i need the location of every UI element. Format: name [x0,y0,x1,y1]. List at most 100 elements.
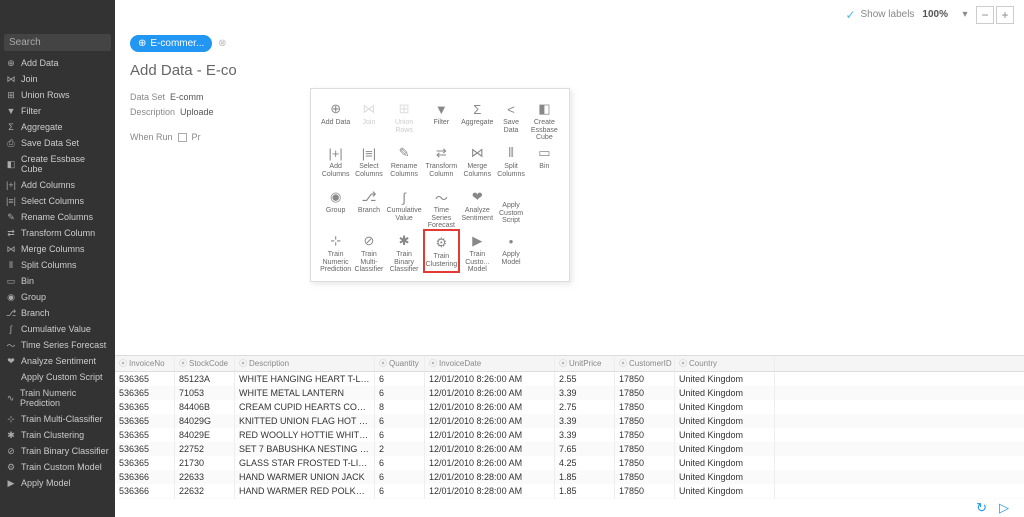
sidebar-item[interactable]: ⎇Branch [0,305,115,321]
sidebar-item[interactable]: ▼Filter [0,103,115,119]
pop-item[interactable]: ✱Train Binary Classifier [386,229,423,273]
desc-value: Uploade [180,107,214,117]
pop-item[interactable]: ⫴Split Columns [494,141,527,185]
sidebar-item[interactable]: ❤Analyze Sentiment [0,353,115,369]
pop-item[interactable]: <Save Data [494,97,527,141]
pop-item[interactable]: ⋈Merge Columns [460,141,494,185]
table-cell: United Kingdom [675,442,775,456]
pop-item[interactable]: ⊹Train Numeric Prediction [319,229,352,273]
sidebar-item[interactable]: ◉Group [0,289,115,305]
table-header-cell[interactable]: ⦿InvoiceDate [425,356,555,371]
show-labels-text: Show labels [861,9,915,20]
zoom-in-button[interactable]: + [996,6,1014,24]
sidebar-item[interactable]: |≡|Select Columns [0,193,115,209]
table-header-cell[interactable]: ⦿Quantity [375,356,425,371]
sidebar-item-icon: ◧ [6,159,16,169]
pop-item[interactable]: •Apply Model [494,229,527,273]
pill-close-icon[interactable]: ⊗ [218,38,226,49]
sidebar-item[interactable]: ⚙Train Custom Model [0,459,115,475]
sidebar-item[interactable]: ✱Train Clustering [0,427,115,443]
sidebar-item[interactable]: ∿Train Numeric Prediction [0,385,115,411]
sidebar-item[interactable]: ⋈Join [0,71,115,87]
sidebar-item[interactable]: |+|Add Columns [0,177,115,193]
pop-icon: ✎ [399,145,410,161]
table-header-cell[interactable]: ⦿CustomerID [615,356,675,371]
pop-item[interactable]: ✎Rename Columns [386,141,423,185]
run-icon[interactable]: ▷ [999,500,1009,516]
pop-item[interactable]: ⊕Add Data [319,97,352,141]
pop-icon: ⋈ [471,145,484,161]
sidebar-item[interactable]: Apply Custom Script [0,369,115,385]
zoom-out-button[interactable]: − [976,6,994,24]
pop-item[interactable]: ⇄Transform Column [423,141,461,185]
sidebar-item[interactable]: ΣAggregate [0,119,115,135]
pop-item[interactable]: ⋈Join [352,97,385,141]
chevron-down-icon[interactable]: ▾ [956,6,974,24]
sidebar-item[interactable]: ⫴Split Columns [0,257,115,273]
table-row[interactable]: 53636584029GKNITTED UNION FLAG HOT WATER… [115,414,1024,428]
sidebar-item[interactable]: ⊞Union Rows [0,87,115,103]
zoom-level: 100% [922,9,948,20]
pop-item[interactable]: ◧Create Essbase Cube [528,97,561,141]
table-cell: 8 [375,400,425,414]
sidebar-item[interactable]: ⋈Merge Columns [0,241,115,257]
pop-label: Add Columns [320,163,351,178]
pop-item[interactable]: ∫Cumulative Value [386,185,423,229]
table-header-cell[interactable]: ⦿StockCode [175,356,235,371]
pop-item[interactable]: ΣAggregate [460,97,494,141]
table-header-cell[interactable]: ⦿Description [235,356,375,371]
sidebar-item-icon: ▶ [6,478,16,488]
sidebar-item[interactable]: ⎙Save Data Set [0,135,115,151]
sidebar-item-label: Train Binary Classifier [21,446,109,456]
sidebar-item[interactable]: ⇄Transform Column [0,225,115,241]
sidebar-item[interactable]: ⊕Add Data [0,55,115,71]
sidebar-item-icon: ⎙ [6,138,16,148]
table-row[interactable]: 53636584406BCREAM CUPID HEARTS COAT HANG… [115,400,1024,414]
dataset-pill[interactable]: ⊕ E-commer... [130,35,212,52]
table-row[interactable]: 53636521730GLASS STAR FROSTED T-LIGHT HO… [115,456,1024,470]
table-row[interactable]: 53636571053WHITE METAL LANTERN612/01/201… [115,386,1024,400]
table-row[interactable]: 53636585123AWHITE HANGING HEART T-LIGHT … [115,372,1024,386]
table-cell: 17850 [615,456,675,470]
sidebar-item-icon: ◉ [6,292,16,302]
table-row[interactable]: 53636622633HAND WARMER UNION JACK612/01/… [115,470,1024,484]
sidebar-item[interactable]: ◧Create Essbase Cube [0,151,115,177]
sidebar-item[interactable]: ▭Bin [0,273,115,289]
pop-item[interactable]: ⊞Union Rows [386,97,423,141]
sidebar-item[interactable]: ✎Rename Columns [0,209,115,225]
sidebar-item[interactable]: ～Time Series Forecast [0,337,115,353]
search-input[interactable]: Search [4,34,111,51]
show-labels-toggle[interactable]: ✓ Show labels [845,8,914,22]
table-header-cell[interactable]: ⦿Country [675,356,775,371]
sidebar-item[interactable]: ∫Cumulative Value [0,321,115,337]
table-header-cell[interactable]: ⦿UnitPrice [555,356,615,371]
pop-item[interactable]: ▶Train Custo... Model [460,229,494,273]
pop-item[interactable]: ⊘Train Multi-Classifier [352,229,385,273]
table-row[interactable]: 53636522752SET 7 BABUSHKA NESTING BOXES2… [115,442,1024,456]
table-row[interactable]: 53636622632HAND WARMER RED POLKA DOT612/… [115,484,1024,498]
pop-item[interactable]: |+|Add Columns [319,141,352,185]
table-cell: 536365 [115,400,175,414]
table-header-cell[interactable]: ⦿InvoiceNo [115,356,175,371]
refresh-icon[interactable]: ↻ [976,500,987,516]
sidebar-item-label: Select Columns [21,196,84,206]
pop-icon: Σ [473,101,481,117]
sort-icon: ⦿ [379,358,387,369]
sidebar-item[interactable]: ⊹Train Multi-Classifier [0,411,115,427]
pop-item[interactable]: ▼Filter [423,97,461,141]
pop-item[interactable]: ～Time Series Forecast [423,185,461,229]
pop-item[interactable]: ❤Analyze Sentiment [460,185,494,229]
pop-item[interactable]: Apply Custom Script [494,185,527,229]
pop-label: Save Data [495,119,526,134]
pop-icon: ～ [435,189,448,205]
pop-item[interactable]: ▭Bin [528,141,561,185]
pop-item[interactable]: ◉Group [319,185,352,229]
pop-item[interactable]: ⚙Train Clustering [423,229,461,273]
pop-item[interactable]: |≡|Select Columns [352,141,385,185]
sidebar-item[interactable]: ▶Apply Model [0,475,115,491]
pop-icon: • [509,233,514,249]
table-row[interactable]: 53636584029ERED WOOLLY HOTTIE WHITE HEAR… [115,428,1024,442]
prompt-checkbox[interactable] [178,133,187,142]
pop-item[interactable]: ⎇Branch [352,185,385,229]
sidebar-item[interactable]: ⊘Train Binary Classifier [0,443,115,459]
